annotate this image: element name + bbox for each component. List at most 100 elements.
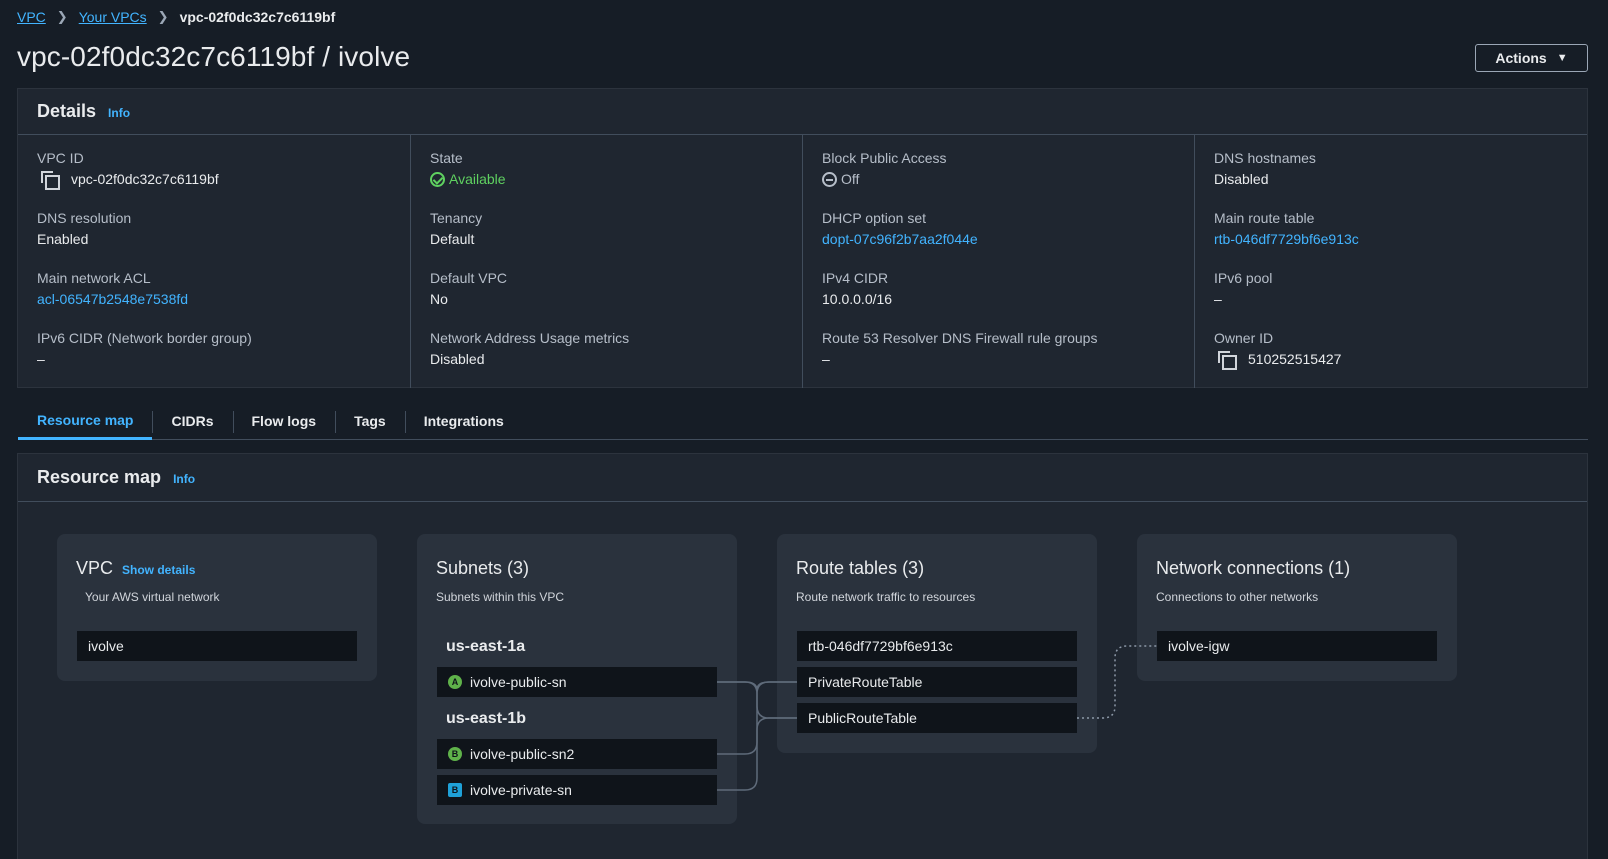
vpc-node[interactable]: ivolve (77, 631, 357, 661)
field-label: VPC ID (37, 150, 84, 166)
az-a-icon: A (448, 675, 462, 689)
copy-icon[interactable] (1218, 351, 1237, 370)
tab-resource-map[interactable]: Resource map (18, 402, 153, 440)
subnet-name: ivolve-public-sn2 (470, 746, 575, 762)
details-panel: Details Info VPC ID vpc-02f0dc32c7c6119b… (17, 88, 1588, 388)
field-main-route-table: Main route table rtb-046df7729bf6e913c (1214, 209, 1567, 269)
field-block-public-access: Block Public Access Off (822, 149, 1175, 209)
field-label: Default VPC (430, 270, 508, 286)
details-column-4: DNS hostnames Disabled Main route table … (1194, 135, 1586, 388)
field-label: Block Public Access (822, 150, 947, 166)
details-header: Details Info (18, 89, 1587, 135)
field-vpc-id: VPC ID vpc-02f0dc32c7c6119bf (37, 149, 391, 209)
details-column-3: Block Public Access Off DHCP option set … (802, 135, 1194, 388)
subnets-card-subtitle: Subnets within this VPC (436, 590, 565, 604)
field-label: IPv6 pool (1214, 270, 1273, 286)
subnets-card-title: Subnets (3) (436, 558, 530, 578)
details-column-2: State Available Tenancy Default Default … (410, 135, 802, 388)
tab-cidrs[interactable]: CIDRs (152, 402, 232, 440)
field-dhcp-option-set: DHCP option set dopt-07c96f2b7aa2f044e (822, 209, 1175, 269)
subnet-node[interactable]: B ivolve-private-sn (437, 775, 717, 805)
caret-down-icon: ▼ (1556, 52, 1568, 64)
field-main-network-acl: Main network ACL acl-06547b2548e7538fd (37, 269, 391, 329)
chevron-right-icon: ❯ (157, 9, 169, 24)
field-label: DHCP option set (822, 210, 927, 226)
actions-button-label: Actions (1495, 50, 1547, 66)
field-value: 10.0.0.0/16 (822, 291, 893, 307)
tab-bar: Resource map CIDRs Flow logs Tags Integr… (18, 402, 1588, 440)
main-route-table-link[interactable]: rtb-046df7729bf6e913c (1214, 230, 1567, 248)
route-table-node[interactable]: PrivateRouteTable (797, 667, 1077, 697)
field-label: IPv4 CIDR (822, 270, 889, 286)
vpc-card-title: VPC Show details (76, 558, 358, 579)
field-default-vpc: Default VPC No (430, 269, 783, 329)
field-value: – (37, 351, 45, 367)
field-route53-firewall: Route 53 Resolver DNS Firewall rule grou… (822, 329, 1175, 389)
dhcp-option-set-link[interactable]: dopt-07c96f2b7aa2f044e (822, 230, 1175, 248)
copy-icon[interactable] (41, 171, 60, 190)
actions-button[interactable]: Actions ▼ (1475, 44, 1588, 72)
field-label: IPv6 CIDR (Network border group) (37, 330, 252, 346)
field-label: State (430, 150, 463, 166)
field-state: State Available (430, 149, 783, 209)
field-dns-hostnames: DNS hostnames Disabled (1214, 149, 1567, 209)
state-value: Available (449, 171, 506, 187)
tab-flow-logs[interactable]: Flow logs (232, 402, 336, 440)
field-dns-resolution: DNS resolution Enabled (37, 209, 391, 269)
subnet-node[interactable]: A ivolve-public-sn (437, 667, 717, 697)
breadcrumb: VPC ❯ Your VPCs ❯ vpc-02f0dc32c7c6119bf (17, 9, 335, 25)
field-value: 510252515427 (1214, 350, 1567, 370)
field-label: DNS resolution (37, 210, 132, 226)
vpc-id-value: vpc-02f0dc32c7c6119bf (71, 171, 219, 187)
breadcrumb-your-vpcs-link[interactable]: Your VPCs (79, 9, 147, 25)
breadcrumb-current: vpc-02f0dc32c7c6119bf (179, 9, 336, 25)
route-table-node[interactable]: PublicRouteTable (797, 703, 1077, 733)
field-owner-id: Owner ID 510252515427 (1214, 329, 1567, 389)
field-label: Tenancy (430, 210, 483, 226)
network-connections-card-title: Network connections (1) (1156, 558, 1351, 578)
owner-id-value: 510252515427 (1248, 351, 1342, 367)
field-label: DNS hostnames (1214, 150, 1316, 166)
details-info-link[interactable]: Info (108, 106, 130, 120)
field-value: Disabled (430, 351, 485, 367)
breadcrumb-vpc-link[interactable]: VPC (17, 9, 46, 25)
block-public-access-value: Off (841, 171, 860, 187)
field-label: Route 53 Resolver DNS Firewall rule grou… (822, 330, 1098, 346)
field-value: Enabled (37, 231, 89, 247)
field-value: Disabled (1214, 171, 1269, 187)
route-tables-card-title: Route tables (3) (796, 558, 925, 578)
az-label-us-east-1b: us-east-1b (446, 710, 527, 727)
az-b-icon: B (448, 747, 462, 761)
subnet-name: ivolve-private-sn (470, 782, 572, 798)
resource-map-title: Resource map (37, 467, 162, 487)
az-b-private-icon: B (448, 783, 462, 797)
vpc-card-subtitle: Your AWS virtual network (85, 590, 220, 604)
show-details-link[interactable]: Show details (122, 563, 195, 577)
network-connection-node[interactable]: ivolve-igw (1157, 631, 1437, 661)
field-value: Available (430, 170, 783, 188)
chevron-right-icon: ❯ (56, 9, 68, 24)
tab-integrations[interactable]: Integrations (404, 402, 523, 440)
az-label-us-east-1a: us-east-1a (446, 638, 526, 655)
field-ipv6-cidr: IPv6 CIDR (Network border group) – (37, 329, 391, 389)
main-network-acl-link[interactable]: acl-06547b2548e7538fd (37, 290, 391, 308)
route-tables-card-subtitle: Route network traffic to resources (796, 590, 976, 604)
minus-circle-icon (822, 171, 837, 187)
field-ipv4-cidr: IPv4 CIDR 10.0.0.0/16 (822, 269, 1175, 329)
resource-map-info-link[interactable]: Info (173, 472, 195, 486)
vpc-card-heading: VPC (76, 558, 114, 578)
page-title: vpc-02f0dc32c7c6119bf / ivolve (17, 41, 411, 72)
subnet-node[interactable]: B ivolve-public-sn2 (437, 739, 717, 769)
field-network-address-usage: Network Address Usage metrics Disabled (430, 329, 783, 389)
field-value: – (1214, 291, 1222, 307)
network-connections-card-subtitle: Connections to other networks (1156, 590, 1319, 604)
details-grid: VPC ID vpc-02f0dc32c7c6119bf DNS resolut… (18, 135, 1587, 388)
tab-tags[interactable]: Tags (335, 402, 405, 440)
details-column-1: VPC ID vpc-02f0dc32c7c6119bf DNS resolut… (18, 135, 410, 388)
resource-map-header: Resource map Info (18, 454, 1587, 502)
route-table-node[interactable]: rtb-046df7729bf6e913c (797, 631, 1077, 661)
subnet-name: ivolve-public-sn (470, 674, 567, 690)
field-label: Network Address Usage metrics (430, 330, 630, 346)
field-ipv6-pool: IPv6 pool – (1214, 269, 1567, 329)
field-value: Default (430, 231, 475, 247)
